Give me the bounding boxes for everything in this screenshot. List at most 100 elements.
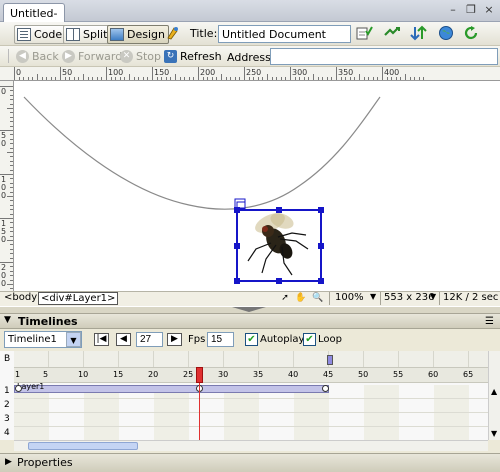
zoom-select[interactable]: 100%	[335, 292, 364, 303]
ruler-tick	[294, 77, 296, 80]
timeline-select-arrow-icon[interactable]: ▼	[66, 332, 81, 347]
scroll-up-icon[interactable]: ▲	[491, 387, 497, 396]
timelines-panel-header[interactable]: ▼ Timelines	[0, 314, 500, 329]
resize-handle[interactable]	[318, 207, 324, 213]
behavior-row-label: B	[4, 354, 11, 364]
close-icon[interactable]: ×	[482, 3, 496, 17]
behavior-cell[interactable]	[224, 351, 259, 367]
forward-button[interactable]: ▶ Forward	[62, 50, 122, 63]
ruler-tick	[7, 152, 13, 153]
window-size-dropdown-icon[interactable]: ▼	[430, 292, 436, 301]
ruler-tick	[418, 77, 420, 80]
layer1-animation-bar[interactable]: Layer1	[14, 382, 329, 393]
title-input[interactable]	[218, 25, 351, 43]
properties-panel-header[interactable]: ▶ Properties	[0, 453, 500, 472]
resize-handle[interactable]	[234, 207, 240, 213]
window-size-readout[interactable]: 553 x 236	[384, 292, 434, 303]
file-management-icon[interactable]	[384, 25, 402, 43]
expand-arrow-icon[interactable]: ▶	[5, 457, 12, 467]
properties-panel-title: Properties	[17, 456, 73, 469]
collapse-arrow-icon[interactable]: ▼	[4, 315, 11, 325]
scroll-thumb[interactable]	[28, 442, 138, 450]
split-view-button[interactable]: Split	[63, 25, 112, 44]
ruler-tick	[133, 77, 135, 80]
fps-input[interactable]	[207, 332, 234, 347]
resize-handle[interactable]	[318, 243, 324, 249]
playhead-handle[interactable]	[196, 367, 203, 383]
code-view-button[interactable]: Code	[14, 25, 67, 44]
ruler-label: 250	[246, 68, 262, 77]
motion-path	[23, 96, 381, 210]
restore-icon[interactable]: ❐	[464, 3, 478, 17]
layer1-selection[interactable]	[234, 207, 324, 284]
timeline-vertical-scrollbar[interactable]: ▲ ▼	[488, 351, 500, 440]
refresh-design-icon[interactable]	[462, 25, 480, 43]
zoom-dropdown-arrow-icon[interactable]: ▼	[370, 292, 376, 301]
ruler-tick	[202, 77, 204, 80]
ruler-tick	[391, 77, 393, 80]
play-button[interactable]: ▶	[167, 333, 182, 346]
zoom-tool-icon[interactable]: 🔍	[312, 293, 324, 304]
rewind-button[interactable]: |◀	[94, 333, 109, 346]
behavior-cell[interactable]	[49, 351, 84, 367]
ruler-tick	[10, 187, 13, 189]
design-view-button[interactable]: Design	[107, 25, 169, 44]
ruler-tick	[10, 204, 13, 206]
keyframe-start[interactable]	[15, 385, 22, 392]
behavior-cell[interactable]	[84, 351, 119, 367]
frame-number: 10	[78, 370, 89, 379]
ruler-tick	[377, 77, 379, 80]
ruler-tick	[262, 77, 264, 80]
forward-arrow-icon: ▶	[62, 50, 75, 63]
behavior-cell[interactable]	[434, 351, 469, 367]
ruler-tick	[69, 77, 71, 80]
behavior-cell[interactable]	[189, 351, 224, 367]
behavior-cell[interactable]	[154, 351, 189, 367]
autoplay-checkbox[interactable]: ✔	[245, 333, 258, 346]
globe-icon[interactable]	[437, 25, 455, 43]
address-input[interactable]	[270, 48, 498, 65]
minimize-icon[interactable]: –	[446, 3, 460, 17]
check-page-icon[interactable]	[356, 25, 374, 43]
hand-tool-icon[interactable]: ✋	[295, 293, 307, 304]
frame-number: 5	[43, 370, 49, 379]
ruler-tick	[10, 253, 13, 255]
behavior-cell[interactable]	[399, 351, 434, 367]
timelines-panel-title: Timelines	[18, 315, 78, 328]
timeline-horizontal-scrollbar[interactable]	[14, 440, 488, 451]
preview-debug-icon[interactable]	[410, 25, 428, 43]
behavior-cell[interactable]	[14, 351, 49, 367]
pointer-tool-icon[interactable]: ➚	[279, 293, 291, 304]
ruler-label: 400	[384, 68, 400, 77]
tag-selector-div[interactable]: <div#Layer1>	[38, 292, 119, 305]
ruler-tick	[10, 279, 13, 281]
scroll-down-icon[interactable]: ▼	[491, 429, 497, 438]
loop-checkbox[interactable]: ✔	[303, 333, 316, 346]
resize-handle[interactable]	[318, 278, 324, 284]
behavior-cell[interactable]	[259, 351, 294, 367]
behavior-cell[interactable]	[469, 351, 488, 367]
behavior-cell[interactable]	[364, 351, 399, 367]
keyframe-end[interactable]	[322, 385, 329, 392]
resize-handle[interactable]	[234, 243, 240, 249]
back-frame-button[interactable]: ◀	[116, 333, 131, 346]
behavior-cell[interactable]	[329, 351, 364, 367]
design-canvas[interactable]	[14, 81, 500, 291]
panel-options-icon[interactable]: ☰	[485, 316, 494, 327]
refresh-button[interactable]: ↻ Refresh	[164, 50, 222, 63]
behavior-marker[interactable]	[327, 355, 333, 365]
live-data-icon[interactable]	[164, 25, 182, 43]
behavior-cell[interactable]	[119, 351, 154, 367]
current-frame-input[interactable]	[136, 332, 163, 347]
timeline-grid[interactable]: B 1 5 10 15 20 25 30 35 40 45 50 55 60 65 1234 Layer1	[0, 351, 488, 440]
behavior-cell[interactable]	[294, 351, 329, 367]
ruler-tick	[299, 77, 301, 80]
document-tab[interactable]: Untitled-1*	[3, 3, 65, 33]
resize-handle[interactable]	[234, 278, 240, 284]
stop-button[interactable]: ✕ Stop	[120, 50, 161, 63]
title-label: Title:	[190, 27, 218, 40]
back-button[interactable]: ◀ Back	[16, 50, 59, 63]
design-view-icon	[110, 28, 124, 41]
resize-handle[interactable]	[276, 278, 282, 284]
resize-handle[interactable]	[276, 207, 282, 213]
